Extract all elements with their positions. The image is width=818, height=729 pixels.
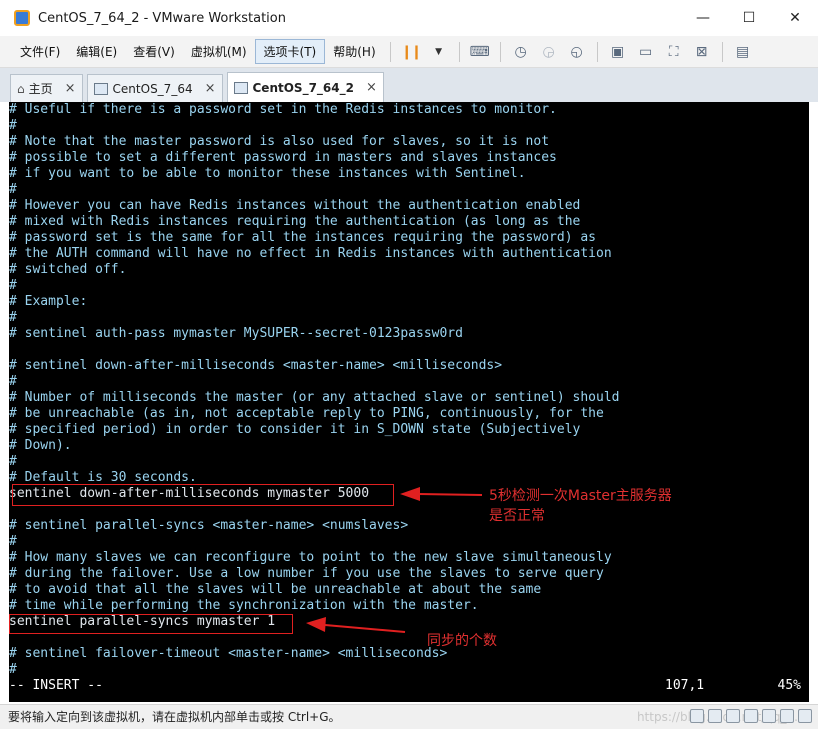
- snapshot-icon[interactable]: ◷: [510, 41, 532, 63]
- hdd-icon[interactable]: [690, 709, 704, 723]
- pause-icon[interactable]: ❙❙: [400, 41, 422, 63]
- tab-centos-7-64[interactable]: CentOS_7_64 ×: [86, 74, 223, 102]
- maximize-button[interactable]: ☐: [726, 0, 772, 36]
- terminal-line: # sentinel failover-timeout <master-name…: [9, 646, 448, 661]
- printer-icon[interactable]: [780, 709, 794, 723]
- close-button[interactable]: ✕: [772, 0, 818, 36]
- home-icon: ⌂: [17, 81, 25, 96]
- tab-close-icon[interactable]: ×: [205, 81, 216, 96]
- terminal-line: # possible to set a different password i…: [9, 150, 557, 165]
- terminal-line: #: [9, 662, 17, 677]
- terminal-line: #: [9, 374, 17, 389]
- terminal-line: # sentinel parallel-syncs <master-name> …: [9, 518, 409, 533]
- vm-console[interactable]: -- INSERT -- 107,1 45% # Useful if there…: [9, 102, 809, 702]
- annotation-note-down-after: 5秒检测一次Master主服务器 是否正常: [489, 486, 672, 526]
- send-keys-icon[interactable]: ⌨: [469, 41, 491, 63]
- vmware-app-icon: [14, 10, 30, 26]
- menu-view[interactable]: 查看(V): [125, 40, 183, 63]
- terminal-line: # sentinel auth-pass mymaster MySUPER--s…: [9, 326, 463, 341]
- terminal-line: # Number of milliseconds the master (or …: [9, 390, 620, 405]
- terminal-line: #: [9, 534, 17, 549]
- menu-tabs[interactable]: 选项卡(T): [254, 39, 326, 64]
- terminal-line: # during the failover. Use a low number …: [9, 566, 604, 581]
- terminal-line: # Note that the master password is also …: [9, 134, 550, 149]
- terminal-line: #: [9, 278, 17, 293]
- menu-vm[interactable]: 虚拟机(M): [183, 40, 255, 63]
- display-icon[interactable]: [798, 709, 812, 723]
- vim-scroll-percent: 45%: [777, 678, 801, 693]
- annotation-note-parallel-syncs: 同步的个数: [427, 633, 497, 649]
- terminal-line: # However you can have Redis instances w…: [9, 198, 581, 213]
- toolbar-separator: [499, 41, 501, 62]
- terminal-line: # if you want to be able to monitor thes…: [9, 166, 526, 181]
- terminal-line: # Useful if there is a password set in t…: [9, 102, 557, 117]
- vm-icon: [233, 81, 248, 94]
- tab-centos-7-64-2[interactable]: CentOS_7_64_2 ×: [226, 72, 384, 102]
- terminal-line: # to avoid that all the slaves will be u…: [9, 582, 542, 597]
- vim-cursor-position: 107,1: [665, 678, 705, 693]
- terminal-line: # Down).: [9, 438, 72, 453]
- console-view-icon[interactable]: ▤: [732, 41, 754, 63]
- terminal-line: # specified period) in order to consider…: [9, 422, 581, 437]
- annotation-line: 5秒检测一次Master主服务器: [489, 488, 672, 504]
- terminal-line: # Example:: [9, 294, 88, 309]
- terminal-line: #: [9, 118, 17, 133]
- terminal-line: # How many slaves we can reconfigure to …: [9, 550, 612, 565]
- tab-close-icon[interactable]: ×: [366, 80, 377, 95]
- sidebar-toggle-icon[interactable]: ▣: [607, 41, 629, 63]
- annotation-line: 是否正常: [489, 508, 545, 524]
- network-icon[interactable]: [726, 709, 740, 723]
- device-icons: [686, 709, 812, 723]
- terminal-line: # be unreachable (as in, not acceptable …: [9, 406, 604, 421]
- terminal-line: # mixed with Redis instances requiring t…: [9, 214, 581, 229]
- toolbar-separator: [596, 41, 598, 62]
- minimize-button[interactable]: —: [680, 0, 726, 36]
- tab-close-icon[interactable]: ×: [65, 81, 76, 96]
- window-title: CentOS_7_64_2 - VMware Workstation: [38, 10, 286, 26]
- tab-label: 主页: [28, 82, 53, 96]
- toolbar-separator: [389, 41, 391, 62]
- snapshot-manager-icon[interactable]: ◵: [566, 41, 588, 63]
- menu-file[interactable]: 文件(F): [12, 40, 68, 63]
- highlight-box-down-after: [12, 484, 394, 506]
- menu-bar: 文件(F) 编辑(E) 查看(V) 虚拟机(M) 选项卡(T) 帮助(H) ❙❙…: [0, 36, 818, 68]
- status-hint: 要将输入定向到该虚拟机，请在虚拟机内部单击或按 Ctrl+G。: [8, 710, 341, 724]
- sound-icon[interactable]: [762, 709, 776, 723]
- unity-icon[interactable]: ▭: [635, 41, 657, 63]
- tab-bar: ⌂ 主页 × CentOS_7_64 × CentOS_7_64_2 ×: [0, 68, 818, 102]
- toolbar-separator: [721, 41, 723, 62]
- vm-icon: [93, 82, 108, 95]
- tab-home[interactable]: ⌂ 主页 ×: [10, 74, 83, 102]
- terminal-line: # password set is the same for all the i…: [9, 230, 596, 245]
- dropdown-arrow-icon[interactable]: ▼: [428, 41, 450, 63]
- revert-snapshot-icon[interactable]: ◶: [538, 41, 560, 63]
- status-bar: 要将输入定向到该虚拟机，请在虚拟机内部单击或按 Ctrl+G。 https://…: [0, 704, 818, 729]
- highlight-box-parallel-syncs: [9, 614, 293, 634]
- menu-help[interactable]: 帮助(H): [325, 40, 383, 63]
- menu-edit[interactable]: 编辑(E): [68, 40, 125, 63]
- cdrom-icon[interactable]: [708, 709, 722, 723]
- tab-label: CentOS_7_64_2: [252, 80, 354, 95]
- window-controls: — ☐ ✕: [680, 0, 818, 36]
- tab-label: CentOS_7_64: [112, 81, 193, 96]
- terminal-line: # time while performing the synchronizat…: [9, 598, 479, 613]
- fullscreen-icon[interactable]: ⛶: [663, 41, 685, 63]
- stretch-icon[interactable]: ⊠: [691, 41, 713, 63]
- terminal-line: # the AUTH command will have no effect i…: [9, 246, 612, 261]
- terminal-line: #: [9, 182, 17, 197]
- toolbar-separator: [458, 41, 460, 62]
- title-bar: CentOS_7_64_2 - VMware Workstation — ☐ ✕: [0, 0, 818, 36]
- terminal-line: # switched off.: [9, 262, 127, 277]
- terminal-line: #: [9, 310, 17, 325]
- usb-icon[interactable]: [744, 709, 758, 723]
- terminal-line: #: [9, 454, 17, 469]
- vim-mode-indicator: -- INSERT --: [9, 678, 103, 693]
- terminal-line: # sentinel down-after-milliseconds <mast…: [9, 358, 503, 373]
